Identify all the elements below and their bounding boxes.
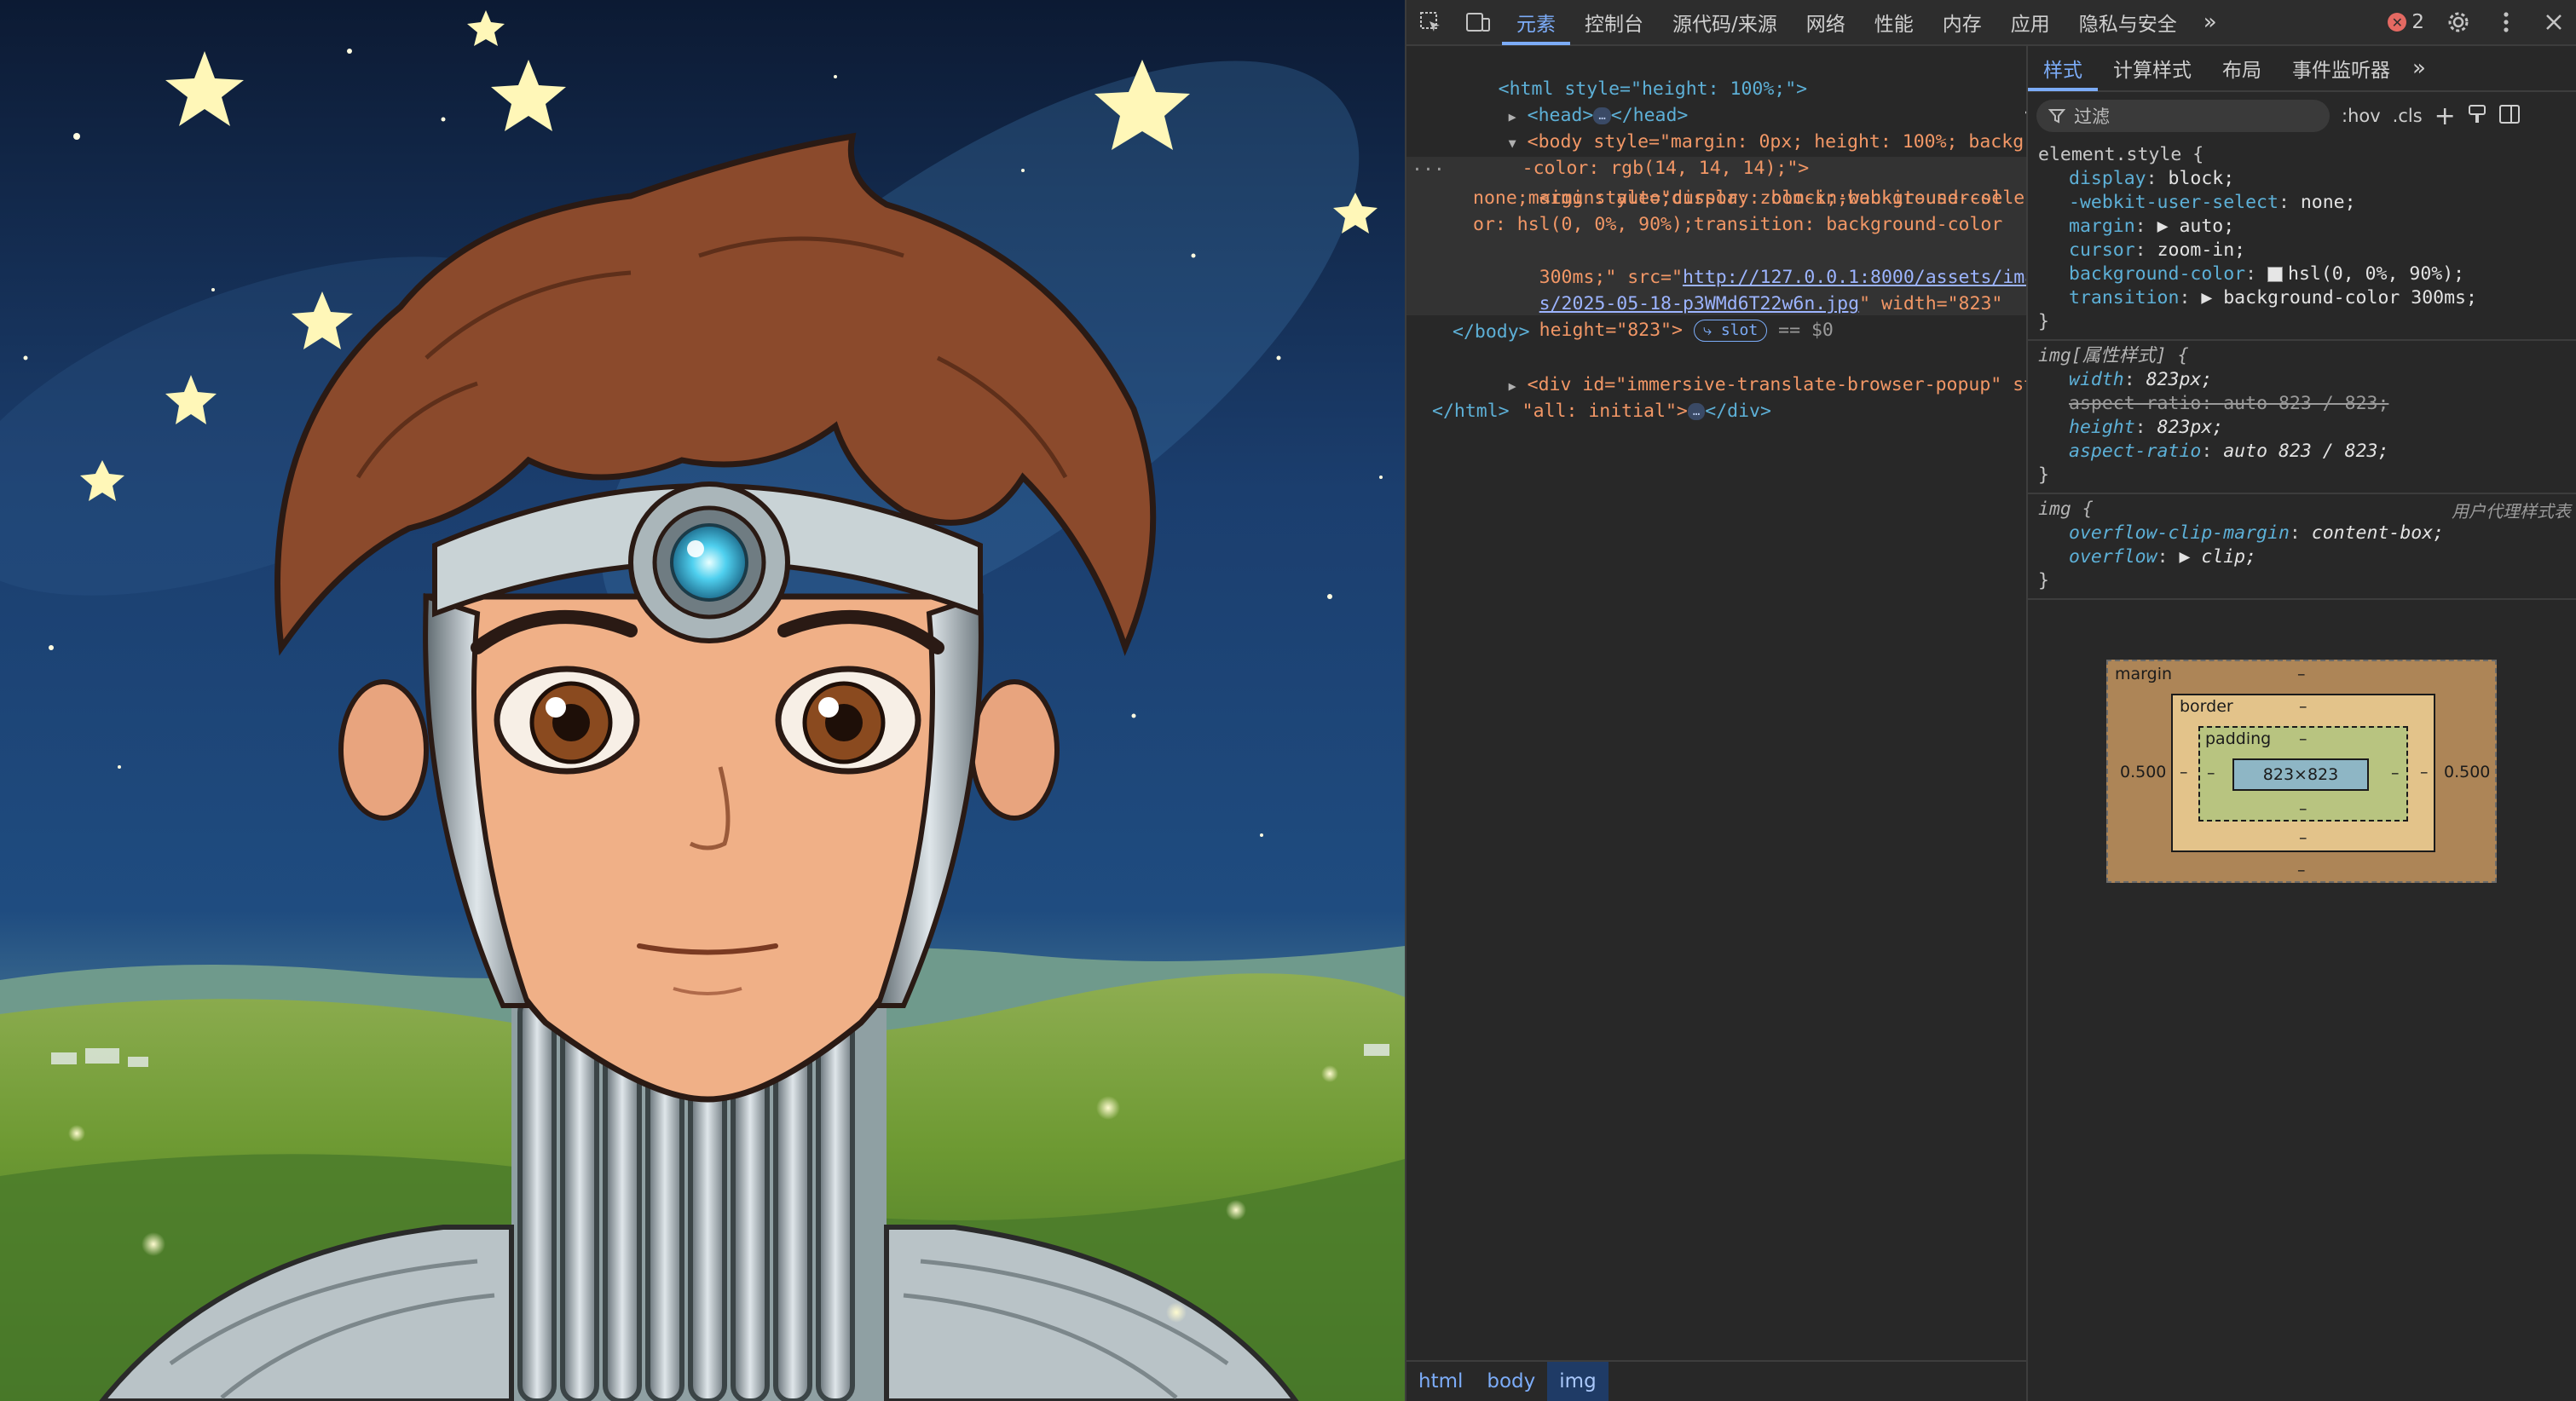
more-options-icon[interactable] <box>2482 0 2530 45</box>
close-icon[interactable] <box>2530 0 2576 45</box>
border-top-value[interactable]: – <box>2299 697 2307 716</box>
tab-layout[interactable]: 布局 <box>2207 45 2277 91</box>
add-rule-plus-icon[interactable]: + <box>2434 101 2456 131</box>
error-counter[interactable]: ✕ 2 <box>2377 0 2434 45</box>
padding-left-value[interactable]: – <box>2207 764 2215 782</box>
border-left-value[interactable]: – <box>2180 763 2188 781</box>
padding-bottom-value[interactable]: – <box>2299 799 2307 818</box>
breadcrumb-body[interactable]: body <box>1475 1362 1547 1401</box>
box-model-border-label: border <box>2180 697 2233 716</box>
color-swatch[interactable] <box>2267 267 2283 282</box>
box-model-padding-label: padding <box>2205 729 2272 748</box>
devtools-panel: 元素 控制台 源代码/来源 网络 性能 内存 应用 隐私与安全 » ✕ 2 <h… <box>1405 0 2576 1401</box>
tab-console[interactable]: 控制台 <box>1570 0 1658 45</box>
user-agent-stylesheet-label: 用户代理样式表 <box>2452 501 2571 522</box>
image-viewport[interactable] <box>0 0 1405 1401</box>
device-toolbar-icon[interactable] <box>1454 0 1502 45</box>
tab-elements[interactable]: 元素 <box>1502 0 1570 45</box>
tab-computed[interactable]: 计算样式 <box>2098 45 2207 91</box>
style-prop[interactable]: margin: ▶ auto; <box>2038 215 2567 239</box>
collapsed-ellipsis[interactable]: … <box>1687 403 1706 420</box>
more-tabs-chevron-icon[interactable]: » <box>2192 0 2229 45</box>
rule-close-brace: } <box>2038 570 2049 591</box>
tab-privacy-security[interactable]: 隐私与安全 <box>2065 0 2192 45</box>
style-prop: height: 823px; <box>2069 417 2224 438</box>
slot-badge[interactable]: ⤷ slot <box>1693 320 1768 342</box>
box-model-content[interactable]: 823×823 <box>2232 758 2369 791</box>
rule-img-attribute-style[interactable]: img[属性样式] { width: 823px; aspect-ratio: … <box>2028 341 2576 494</box>
style-prop[interactable]: -webkit-user-select: none; <box>2038 191 2567 215</box>
box-model-padding[interactable]: padding – – – – 823×823 <box>2198 726 2408 822</box>
tab-sources[interactable]: 源代码/来源 <box>1658 0 1792 45</box>
border-bottom-value[interactable]: – <box>2299 828 2307 847</box>
tab-network[interactable]: 网络 <box>1792 0 1860 45</box>
tab-performance[interactable]: 性能 <box>1860 0 1928 45</box>
settings-gear-icon[interactable] <box>2434 0 2482 45</box>
style-rules-list: element.style { display: block; -webkit-… <box>2028 140 2576 600</box>
breadcrumb-img[interactable]: img <box>1547 1362 1609 1401</box>
accessibility-icon[interactable] <box>1957 78 2026 164</box>
rule-element-style[interactable]: element.style { display: block; -webkit-… <box>2028 140 2576 341</box>
breadcrumb-html[interactable]: html <box>1406 1362 1475 1401</box>
border-right-value[interactable]: – <box>2420 763 2429 781</box>
style-prop[interactable]: background-color: hsl(0, 0%, 90%); <box>2038 262 2567 286</box>
dom-html-close[interactable]: </html> <box>1432 398 1510 424</box>
breadcrumb: html body img <box>1406 1360 2026 1401</box>
styles-subtabs: 样式 计算样式 布局 事件监听器 » <box>2028 46 2576 92</box>
margin-top-value[interactable]: – <box>2297 665 2306 683</box>
style-prop: width: 823px; <box>2069 369 2213 390</box>
rule-selector: img[属性样式] { <box>2038 345 2189 366</box>
cls-toggle[interactable]: .cls <box>2393 106 2423 126</box>
padding-right-value[interactable]: – <box>2391 764 2400 782</box>
tab-event-listeners[interactable]: 事件监听器 <box>2277 45 2406 91</box>
paint-brush-icon[interactable] <box>2468 104 2486 129</box>
styles-sidebar: 样式 计算样式 布局 事件监听器 » 过滤 :hov .cls + elemen… <box>2026 46 2576 1401</box>
devtools-toolbar: 元素 控制台 源代码/来源 网络 性能 内存 应用 隐私与安全 » ✕ 2 <box>1406 0 2576 46</box>
filter-funnel-icon <box>2048 109 2065 124</box>
rule-close-brace: } <box>2038 464 2049 486</box>
rule-img-user-agent[interactable]: 用户代理样式表 img { overflow-clip-margin: cont… <box>2028 494 2576 600</box>
elements-tree: <html style="height: 100%;"> ▶ <head>… </… <box>1406 48 2026 1360</box>
rule-selector: element.style { <box>2038 144 2204 165</box>
inspect-element-icon[interactable] <box>1406 0 1454 45</box>
anime-robot-boy-image[interactable] <box>0 0 1405 1401</box>
error-count: 2 <box>2411 11 2424 33</box>
hov-toggle[interactable]: :hov <box>2342 106 2381 126</box>
padding-top-value[interactable]: – <box>2299 729 2307 748</box>
more-subtabs-chevron-icon[interactable]: » <box>2406 45 2433 91</box>
style-prop-overridden: aspect-ratio: auto 823 / 823; <box>2069 393 2389 414</box>
style-prop: overflow-clip-margin: content-box; <box>2069 522 2445 544</box>
tab-memory[interactable]: 内存 <box>1928 0 1996 45</box>
node-actions-ellipsis-icon[interactable]: ··· <box>1412 157 1445 183</box>
style-prop: aspect-ratio: auto 823 / 823; <box>2069 441 2389 462</box>
margin-bottom-value[interactable]: – <box>2297 861 2306 879</box>
filter-input[interactable]: 过滤 <box>2036 100 2330 132</box>
box-model-border[interactable]: border – – – – padding – – – – 823×823 <box>2171 694 2435 852</box>
rule-close-brace: } <box>2038 311 2049 332</box>
box-model-diagram[interactable]: margin – – 0.500 0.500 border – – – – pa… <box>2106 660 2497 883</box>
style-prop: overflow: ▶ clip; <box>2069 546 2257 568</box>
dom-body-close[interactable]: </body> <box>1453 319 1530 345</box>
style-prop[interactable]: display: block; <box>2038 167 2567 191</box>
styles-filter-row: 过滤 :hov .cls + <box>2028 92 2576 140</box>
dom-img-node-l3: or: hsl(0, 0%, 90%);transition: backgrou… <box>1473 214 2003 235</box>
margin-left-value[interactable]: 0.500 <box>2120 763 2166 781</box>
margin-right-value[interactable]: 0.500 <box>2444 763 2490 781</box>
style-prop[interactable]: transition: ▶ background-color 300ms; <box>2038 286 2567 310</box>
style-prop[interactable]: cursor: zoom-in; <box>2038 239 2567 262</box>
dollar0-marker: == $0 <box>1778 320 1834 341</box>
tab-styles[interactable]: 样式 <box>2028 45 2098 91</box>
tab-application[interactable]: 应用 <box>1996 0 2065 45</box>
box-model-margin-label: margin <box>2115 665 2173 683</box>
filter-placeholder: 过滤 <box>2074 107 2110 127</box>
toggle-sidebar-icon[interactable] <box>2498 104 2521 129</box>
error-icon: ✕ <box>2388 13 2407 32</box>
dom-img-node-l2: none;margin: auto;cursor: zoom-in;backgr… <box>1473 187 2003 209</box>
